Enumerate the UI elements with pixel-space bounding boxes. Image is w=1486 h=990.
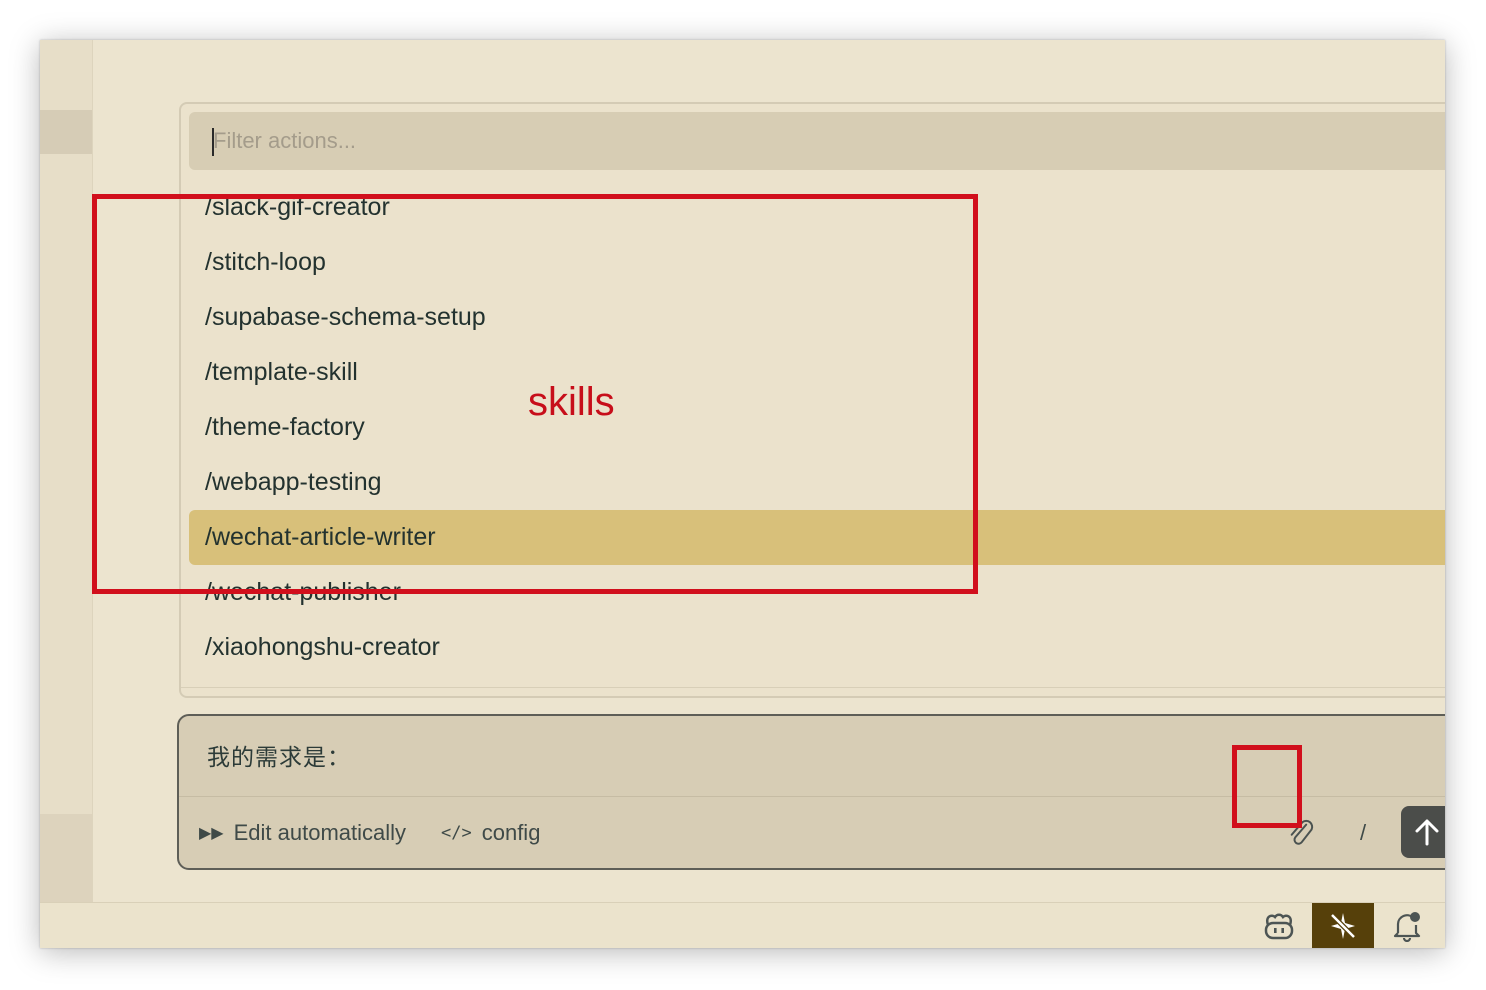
arrow-up-icon xyxy=(1415,819,1439,846)
action-item-template-skill[interactable]: /template-skill xyxy=(189,345,1445,400)
fast-forward-icon: ▶▶ xyxy=(199,825,224,842)
send-button[interactable] xyxy=(1401,806,1445,858)
copilot-icon[interactable] xyxy=(1248,903,1310,948)
slash-command-button[interactable]: / xyxy=(1355,816,1371,850)
text-caret xyxy=(212,128,214,156)
code-icon: </> xyxy=(441,823,472,843)
edit-automatically-button[interactable]: ▶▶ Edit automatically xyxy=(199,816,406,850)
activity-bar xyxy=(40,40,93,902)
action-item-xiaohongshu-creator[interactable]: /xiaohongshu-creator xyxy=(189,620,1445,675)
status-bar xyxy=(40,902,1445,948)
filter-actions-input[interactable] xyxy=(189,112,1445,170)
action-item-supabase-schema-setup[interactable]: /supabase-schema-setup xyxy=(189,290,1445,345)
edit-automatically-label: Edit automatically xyxy=(233,820,407,845)
sparkle-off-icon[interactable] xyxy=(1312,903,1374,948)
action-item-stitch-loop[interactable]: /stitch-loop xyxy=(189,235,1445,290)
activity-bar-active-item[interactable] xyxy=(40,110,92,154)
action-item-slack-gif-creator[interactable]: /slack-gif-creator xyxy=(189,180,1445,235)
config-label: config xyxy=(481,820,541,845)
chat-input-divider xyxy=(179,796,1445,797)
action-picker-popup: /slack-gif-creator /stitch-loop /supabas… xyxy=(179,102,1445,698)
action-item-wechat-article-writer[interactable]: /wechat-article-writer xyxy=(189,510,1445,565)
skills-annotation-label: skills xyxy=(528,380,615,424)
chat-input-text[interactable]: 我的需求是： xyxy=(207,738,351,772)
config-button[interactable]: </> config xyxy=(441,816,540,850)
action-item-theme-factory[interactable]: /theme-factory xyxy=(189,400,1445,455)
action-item-wechat-publisher[interactable]: /wechat-publisher xyxy=(189,565,1445,620)
chat-panel: /slack-gif-creator /stitch-loop /supabas… xyxy=(93,40,1445,902)
paperclip-icon[interactable] xyxy=(1287,816,1315,850)
activity-bar-bottom-item[interactable] xyxy=(40,814,92,902)
action-list: /slack-gif-creator /stitch-loop /supabas… xyxy=(189,180,1445,675)
chat-input-box[interactable]: 我的需求是： ▶▶ Edit automatically </> config … xyxy=(177,714,1445,870)
action-item-webapp-testing[interactable]: /webapp-testing xyxy=(189,455,1445,510)
bell-dot-icon[interactable] xyxy=(1376,903,1438,948)
popup-divider xyxy=(181,687,1445,688)
app-window: /slack-gif-creator /stitch-loop /supabas… xyxy=(40,40,1445,948)
